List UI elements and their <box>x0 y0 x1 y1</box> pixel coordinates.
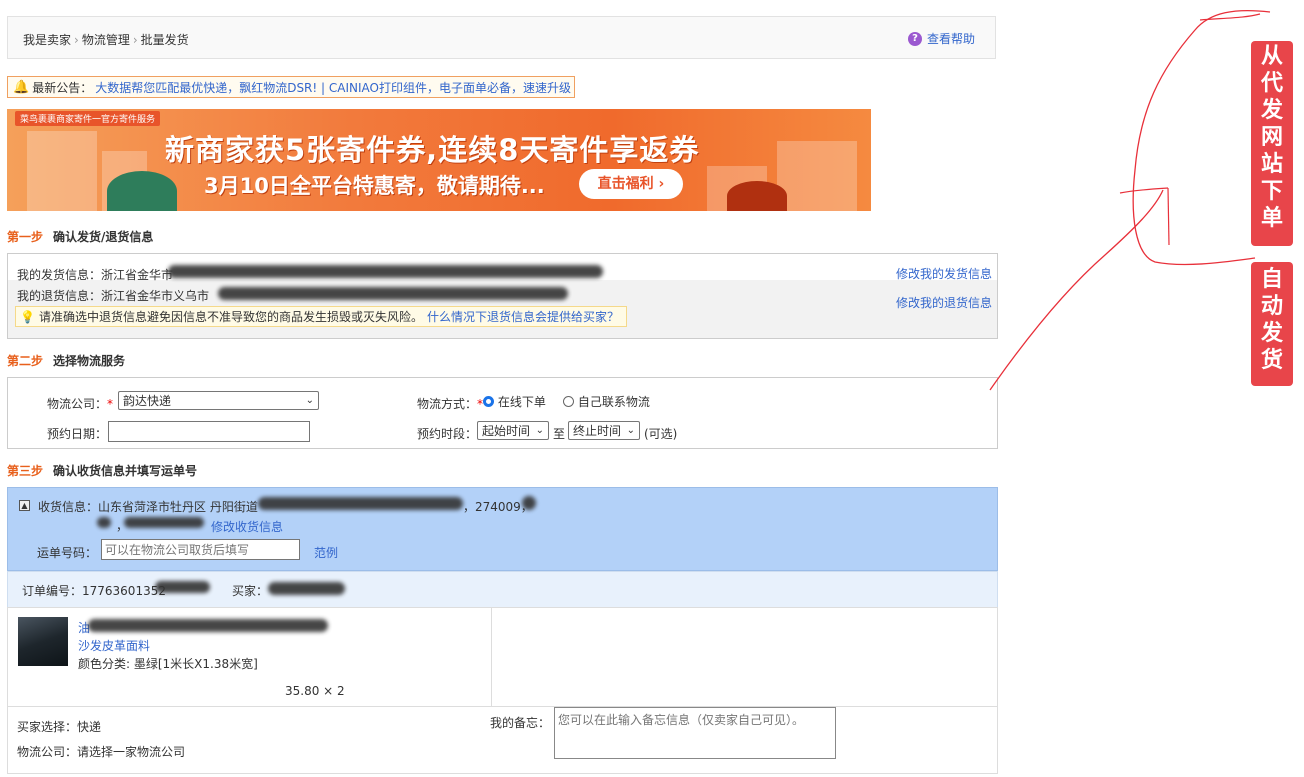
time-to: 至 <box>553 427 566 441</box>
return-info-tip: 💡 请准确选中退货信息避免因信息不准导致您的商品发生损毁或灭失风险。 什么情况下… <box>15 306 627 327</box>
method-label: 物流方式：* <box>417 397 484 411</box>
breadcrumb-separator: › <box>74 33 79 47</box>
method-online-option[interactable]: 在线下单 <box>483 393 546 410</box>
logistics-company-select[interactable]: 韵达快递 ⌄ <box>118 391 319 410</box>
edit-return-info-link[interactable]: 修改我的退货信息 <box>896 294 992 311</box>
promo-banner[interactable]: 菜鸟裹裹商家寄件一官方寄件服务 新商家获5张寄件券,连续8天寄件享返券 3月10… <box>7 109 871 211</box>
radio-self[interactable] <box>563 396 574 407</box>
announcement-link[interactable]: 大数据帮您匹配最优快递，飘红物流DSR! | CAINIAO打印组件，电子面单必… <box>95 79 571 96</box>
return-info: 我的退货信息：浙江省金华市义乌市 <box>17 289 210 303</box>
redacted-receiver-name <box>522 496 536 510</box>
edit-receiver-link[interactable]: 修改收货信息 <box>211 518 283 535</box>
method-self-option[interactable]: 自己联系物流 <box>563 393 650 410</box>
chevron-down-icon: ⌄ <box>305 395 314 406</box>
step2-heading: 第二步 选择物流服务 <box>7 352 125 369</box>
order-number: 订单编号：17763601352 <box>22 584 166 598</box>
step2-number: 第二步 <box>7 354 44 368</box>
time-optional: (可选) <box>644 427 678 441</box>
edit-ship-info-link[interactable]: 修改我的发货信息 <box>896 265 992 282</box>
announcement-bar: 🔔 最新公告： 大数据帮您匹配最优快递，飘红物流DSR! | CAINIAO打印… <box>7 76 575 98</box>
banner-subline: 3月10日全平台特惠寄，敬请期待... <box>204 174 545 198</box>
annotation-arrow <box>989 9 1271 391</box>
waybill-input[interactable] <box>101 539 300 560</box>
breadcrumb: 我是卖家 › 物流管理 › 批量发货 <box>23 31 189 48</box>
method-online-label: 在线下单 <box>497 395 546 409</box>
step1-heading: 第一步 确认发货/退货信息 <box>7 228 153 245</box>
tip-link[interactable]: 什么情况下退货信息会提供给买家？ <box>427 308 619 325</box>
memo-label: 我的备忘： <box>490 716 551 730</box>
step2-title: 选择物流服务 <box>53 354 126 368</box>
breadcrumb-bar: 我是卖家 › 物流管理 › 批量发货 ? 查看帮助 <box>7 16 996 59</box>
company-selected: 韵达快递 <box>123 394 172 408</box>
chevron-down-icon: ⌄ <box>626 425 635 436</box>
example-link[interactable]: 范例 <box>314 544 338 561</box>
step1-title: 确认发货/退货信息 <box>53 230 154 244</box>
receiver-info: 收货信息：山东省菏泽市牡丹区 丹阳街道 <box>38 500 258 514</box>
time-start-value: 起始时间 <box>482 424 531 438</box>
item-price: 35.80 × 2 <box>285 684 345 698</box>
breadcrumb-item-logistics[interactable]: 物流管理 <box>82 33 130 47</box>
breadcrumb-item-seller[interactable]: 我是卖家 <box>23 33 71 47</box>
tip-text: 请准确选中退货信息避免因信息不准导致您的商品发生损毁或灭失风险。 <box>38 310 423 324</box>
time-end-value: 终止时间 <box>573 424 622 438</box>
company-label: 物流公司：* <box>47 397 114 411</box>
logistics-company-status: 物流公司：请选择一家物流公司 <box>17 745 186 759</box>
banner-cta-button[interactable]: 直击福利 › <box>579 169 683 199</box>
redacted-receiver-address <box>258 497 463 510</box>
step3-title: 确认收货信息并填写运单号 <box>53 464 198 478</box>
banner-tag: 菜鸟裹裹商家寄件一官方寄件服务 <box>15 111 161 126</box>
banner-headline: 新商家获5张寄件券,连续8天寄件享返券 <box>165 133 700 167</box>
step3-heading: 第三步 确认收货信息并填写运单号 <box>7 462 197 479</box>
step3-number: 第三步 <box>7 464 44 478</box>
time-end-select[interactable]: 终止时间 ⌄ <box>568 421 640 440</box>
announcement-prefix: 最新公告： <box>32 80 93 95</box>
redacted-order-number <box>155 581 210 593</box>
time-start-select[interactable]: 起始时间 ⌄ <box>477 421 549 440</box>
item-sku: 颜色分类: 墨绿[1米长X1.38米宽] <box>78 657 258 671</box>
bell-icon: 🔔 <box>13 79 30 95</box>
redacted-receiver-mobile <box>124 517 204 528</box>
product-thumbnail[interactable] <box>18 617 68 666</box>
help-link[interactable]: ? 查看帮助 <box>907 30 975 47</box>
step1-number: 第一步 <box>7 230 44 244</box>
redacted-return-address <box>218 287 568 300</box>
breadcrumb-item-batch-ship: 批量发货 <box>140 33 189 47</box>
annotation-label-order-from-site: 从代发网站下单 <box>1251 41 1293 246</box>
lightbulb-icon: 💡 <box>20 309 35 324</box>
item-title-line2[interactable]: 沙发皮革面料 <box>78 637 150 654</box>
chevron-down-icon: ⌄ <box>535 425 544 436</box>
help-label: 查看帮助 <box>926 32 975 46</box>
appointment-date-input[interactable] <box>108 421 310 442</box>
radio-online[interactable] <box>483 396 494 407</box>
ship-info: 我的发货信息：浙江省金华市 <box>17 268 174 282</box>
buyer-label: 买家： <box>232 584 269 598</box>
annotation-label-auto-ship: 自动发货 <box>1251 262 1293 386</box>
redacted-item-title <box>88 619 328 632</box>
redacted-ship-address <box>168 265 603 278</box>
collapse-toggle-icon[interactable]: ▲ <box>19 500 30 511</box>
date-label: 预约日期： <box>47 427 108 441</box>
method-self-label: 自己联系物流 <box>577 395 650 409</box>
redacted-receiver-phone <box>97 517 111 528</box>
question-icon: ? <box>907 31 922 46</box>
breadcrumb-separator: › <box>132 33 138 47</box>
time-label: 预约时段： <box>417 427 478 441</box>
waybill-label: 运单号码： <box>37 546 98 560</box>
redacted-buyer-name <box>268 582 345 595</box>
buyer-choice: 买家选择：快递 <box>17 720 102 734</box>
memo-textarea[interactable] <box>554 707 836 759</box>
